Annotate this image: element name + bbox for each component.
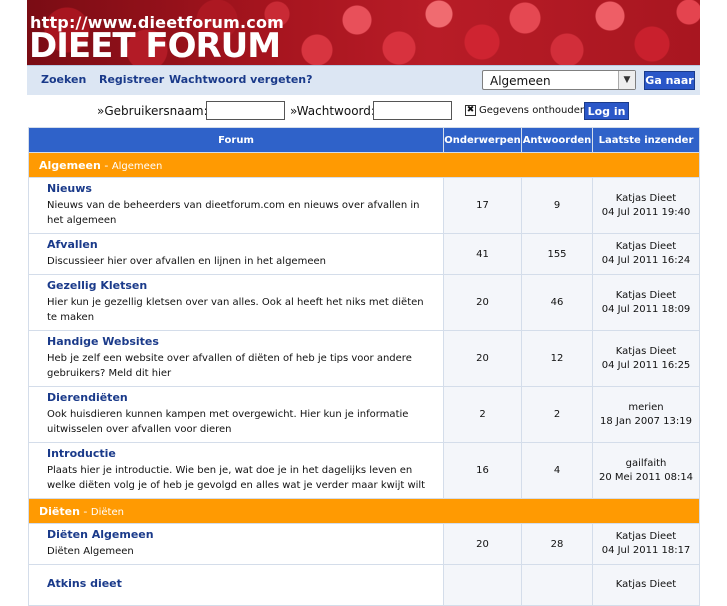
category-desc: Algemeen	[111, 160, 163, 172]
header-last-poster: Laatste inzender	[593, 128, 699, 152]
last-post-date: 04 Jul 2011 16:25	[601, 359, 691, 371]
replies-count	[522, 565, 592, 605]
nav-search-link[interactable]: Zoeken	[41, 73, 86, 86]
last-post-date: 20 Mei 2011 08:14	[598, 471, 694, 483]
last-poster[interactable]: Katjas Dieet	[616, 193, 676, 204]
topics-count: 16	[444, 443, 521, 498]
remember-label: Gegevens onthouden?	[479, 105, 592, 116]
forum-desc: Discussieer hier over afvallen en lijnen…	[47, 256, 326, 267]
last-poster[interactable]: Katjas Dieet	[616, 531, 676, 542]
nav-register-link[interactable]: Registreer	[99, 73, 164, 86]
page: http://www.dieetforum.com DIEET FORUM Zo…	[27, 0, 700, 606]
last-post-date: 04 Jul 2011 16:24	[601, 255, 691, 266]
table-row: Gezellig Kletsen Hier kun je gezellig kle…	[29, 275, 699, 330]
replies-count: 46	[522, 275, 592, 330]
last-poster[interactable]: Katjas Dieet	[616, 346, 676, 357]
forum-desc: Heb je zelf een website over afvallen of…	[47, 353, 412, 379]
category-row: Diëten - Diëten	[29, 499, 699, 523]
last-poster[interactable]: Katjas Dieet	[616, 290, 676, 301]
topics-count: 17	[444, 178, 521, 233]
table-row: Handige Websites Heb je zelf een website …	[29, 331, 699, 386]
forum-desc: Ook huisdieren kunnen kampen met overgew…	[47, 409, 409, 435]
forum-jump-value: Algemeen	[490, 74, 551, 88]
forum-title-link[interactable]: Dierendiëten	[47, 391, 435, 404]
nav-forgot-password-link[interactable]: Wachtwoord vergeten?	[169, 73, 313, 86]
forum-title-link[interactable]: Handige Websites	[47, 335, 435, 348]
go-button[interactable]: Ga naar	[644, 71, 695, 90]
table-row: Nieuws Nieuws van de beheerders van dieet…	[29, 178, 699, 233]
forum-title-link[interactable]: Introductie	[47, 447, 435, 460]
remember-checkbox[interactable]: ✖	[465, 105, 476, 116]
last-poster[interactable]: merien	[628, 402, 663, 413]
forum-desc: Plaats hier je introductie. Wie ben je, …	[47, 465, 426, 491]
replies-count: 155	[522, 234, 592, 274]
table-row: Afvallen Discussieer hier over afvallen e…	[29, 234, 699, 274]
header-replies: Antwoorden	[522, 128, 592, 152]
banner-title: DIEET FORUM	[29, 26, 281, 65]
header-banner: http://www.dieetforum.com DIEET FORUM	[27, 0, 700, 65]
forum-table: Forum Onderwerpen Antwoorden Laatste inz…	[28, 127, 700, 606]
table-row: Dierendiëten Ook huisdieren kunnen kampen…	[29, 387, 699, 442]
topics-count: 20	[444, 331, 521, 386]
navbar: Zoeken Registreer Wachtwoord vergeten? A…	[27, 65, 700, 96]
forum-title-link[interactable]: Gezellig Kletsen	[47, 279, 435, 292]
forum-desc: Nieuws van de beheerders van dieetforum.…	[47, 200, 420, 226]
last-poster[interactable]: gailfaith	[626, 458, 667, 469]
forum-title-link[interactable]: Afvallen	[47, 238, 435, 251]
category-name[interactable]: Diëten	[39, 505, 80, 518]
last-post-date: 04 Jul 2011 19:40	[601, 206, 691, 218]
topics-count: 41	[444, 234, 521, 274]
forum-title-link[interactable]: Diëten Algemeen	[47, 528, 435, 541]
forum-desc: Hier kun je gezellig kletsen over van al…	[47, 297, 424, 323]
last-post-date: 18 Jan 2007 13:19	[600, 415, 692, 427]
last-poster[interactable]: Katjas Dieet	[616, 241, 676, 252]
replies-count: 9	[522, 178, 592, 233]
category-row: Algemeen - Algemeen	[29, 153, 699, 177]
username-input[interactable]	[206, 101, 285, 120]
topics-count: 20	[444, 524, 521, 564]
forum-jump-select[interactable]: Algemeen ▼	[482, 70, 636, 90]
header-topics: Onderwerpen	[444, 128, 521, 152]
replies-count: 2	[522, 387, 592, 442]
table-row: Introductie Plaats hier je introductie. W…	[29, 443, 699, 498]
replies-count: 28	[522, 524, 592, 564]
topics-count	[444, 565, 521, 605]
table-row: Diëten Algemeen Diëten Algemeen 20 28 Kat…	[29, 524, 699, 564]
table-row: Atkins dieet Katjas Dieet	[29, 565, 699, 605]
last-poster[interactable]: Katjas Dieet	[616, 579, 676, 590]
topics-count: 2	[444, 387, 521, 442]
forum-desc: Diëten Algemeen	[47, 546, 134, 557]
topics-count: 20	[444, 275, 521, 330]
username-label: »Gebruikersnaam:	[97, 104, 208, 118]
password-input[interactable]	[373, 101, 452, 120]
replies-count: 12	[522, 331, 592, 386]
replies-count: 4	[522, 443, 592, 498]
login-button[interactable]: Log in	[584, 102, 629, 120]
category-desc: Diëten	[90, 506, 124, 518]
forum-title-link[interactable]: Nieuws	[47, 182, 435, 195]
category-name[interactable]: Algemeen	[39, 159, 101, 172]
last-post-date: 04 Jul 2011 18:17	[601, 545, 691, 556]
chevron-down-icon[interactable]: ▼	[618, 71, 635, 89]
login-bar: »Gebruikersnaam: »Wachtwoord: ✖ Gegevens…	[27, 95, 700, 126]
forum-title-link[interactable]: Atkins dieet	[47, 577, 435, 590]
password-label: »Wachtwoord:	[290, 104, 375, 118]
header-forum: Forum	[29, 128, 443, 152]
last-post-date: 04 Jul 2011 18:09	[601, 303, 691, 315]
